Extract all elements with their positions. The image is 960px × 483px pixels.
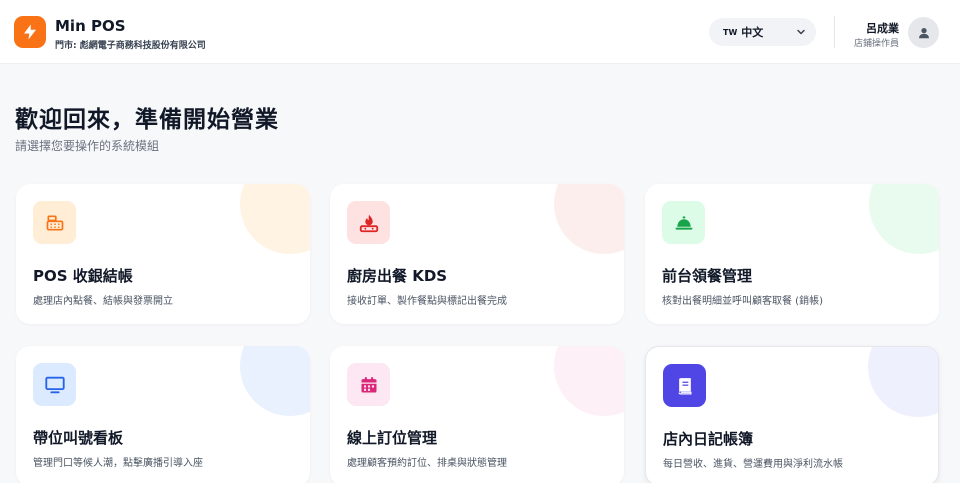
language-selector[interactable]: TW 中文 (709, 18, 816, 46)
app-name: Min POS (55, 17, 126, 35)
card-decoration (240, 346, 310, 416)
page-title: 歡迎回來，準備開始營業 (15, 107, 279, 133)
cash-register-icon (46, 215, 63, 230)
ledger-book-icon (678, 377, 691, 395)
card-decoration (554, 346, 624, 416)
module-description: 處理店內點餐、結帳與發票開立 (33, 296, 173, 307)
app-logo[interactable] (14, 16, 46, 48)
stove-fire-icon (359, 214, 378, 232)
module-card-kds[interactable]: 廚房出餐 KDS 接收訂單、製作餐點與標記出餐完成 (330, 184, 624, 324)
module-title: 帶位叫號看板 (33, 429, 124, 447)
module-description: 每日營收、進貨、營運費用與淨利流水帳 (663, 459, 843, 470)
module-title: POS 收銀結帳 (33, 267, 133, 285)
user-icon (918, 27, 929, 38)
user-role: 店鋪操作員 (853, 39, 899, 49)
service-bell-icon (675, 215, 692, 230)
module-card-reservations[interactable]: 線上訂位管理 處理顧客預約訂位、排桌與狀態管理 (330, 346, 624, 483)
avatar[interactable] (908, 17, 939, 48)
card-decoration (868, 347, 938, 417)
icon-box (663, 364, 706, 407)
module-title: 店內日記帳簿 (663, 430, 754, 448)
icon-box (662, 201, 705, 244)
module-card-queue-board[interactable]: 帶位叫號看板 管理門口等候人潮，點擊廣播引導入座 (16, 346, 310, 483)
module-title: 線上訂位管理 (347, 429, 438, 447)
module-card-pickup[interactable]: 前台領餐管理 核對出餐明細並呼叫顧客取餐 (銷帳) (645, 184, 939, 324)
card-decoration (240, 184, 310, 254)
module-description: 核對出餐明細並呼叫顧客取餐 (銷帳) (662, 296, 823, 307)
icon-box (347, 363, 390, 406)
icon-box (33, 363, 76, 406)
top-bar: Min POS 門市: 彪網電子商務科技股份有限公司 TW 中文 呂成業 店鋪操… (0, 0, 960, 64)
icon-box (347, 201, 390, 244)
calendar-icon (361, 376, 376, 392)
module-description: 處理顧客預約訂位、排桌與狀態管理 (347, 458, 507, 469)
user-name: 呂成業 (866, 22, 899, 35)
store-name: 門市: 彪網電子商務科技股份有限公司 (55, 41, 206, 51)
module-card-pos[interactable]: POS 收銀結帳 處理店內點餐、結帳與發票開立 (16, 184, 310, 324)
page-subtitle: 請選擇您要操作的系統模組 (15, 139, 160, 153)
language-label: 中文 (741, 26, 764, 39)
chevron-down-icon (797, 29, 805, 35)
module-title: 前台領餐管理 (662, 267, 753, 285)
icon-box (33, 201, 76, 244)
language-flag: TW (723, 27, 738, 37)
module-title: 廚房出餐 KDS (347, 267, 448, 285)
card-decoration (869, 184, 939, 254)
lightning-icon (24, 24, 36, 40)
module-description: 接收訂單、製作餐點與標記出餐完成 (347, 296, 507, 307)
card-decoration (554, 184, 624, 254)
module-description: 管理門口等候人潮，點擊廣播引導入座 (33, 458, 203, 469)
monitor-icon (44, 376, 65, 393)
header-divider (834, 16, 835, 48)
module-card-ledger[interactable]: 店內日記帳簿 每日營收、進貨、營運費用與淨利流水帳 (645, 346, 939, 483)
